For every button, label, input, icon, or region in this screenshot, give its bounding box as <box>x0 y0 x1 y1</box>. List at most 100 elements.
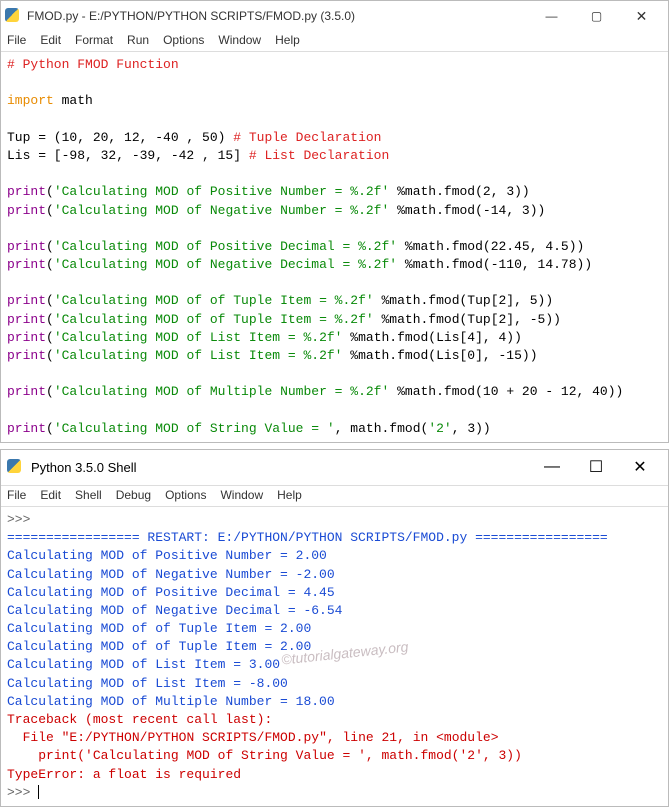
traceback-line: File <box>7 730 62 745</box>
code-text: %math.fmod(-14, 3)) <box>389 203 545 218</box>
menu-help[interactable]: Help <box>277 488 302 502</box>
shell-menubar: File Edit Shell Debug Options Window Hel… <box>1 486 668 507</box>
editor-titlebar[interactable]: FMOD.py - E:/PYTHON/PYTHON SCRIPTS/FMOD.… <box>1 1 668 31</box>
code-string: 'Calculating MOD of Multiple Number = %.… <box>54 384 389 399</box>
code-text: ( <box>46 239 54 254</box>
menu-help[interactable]: Help <box>275 33 300 47</box>
minimize-button[interactable]: — <box>530 452 574 482</box>
close-button[interactable]: ✕ <box>619 2 664 30</box>
close-button[interactable]: ✕ <box>618 452 662 482</box>
code-text: Tup = (10, 20, 12, -40 , 50) <box>7 130 233 145</box>
menu-run[interactable]: Run <box>127 33 149 47</box>
maximize-button[interactable]: ☐ <box>574 452 618 482</box>
code-string: 'Calculating MOD of Positive Decimal = %… <box>54 239 397 254</box>
shell-output[interactable]: >>> ================= RESTART: E:/PYTHON… <box>1 507 668 806</box>
code-builtin: print <box>7 348 46 363</box>
code-text: ( <box>46 312 54 327</box>
code-text: , math.fmod( <box>335 421 429 436</box>
shell-restart-line: ================= RESTART: E:/PYTHON/PYT… <box>7 530 608 545</box>
code-builtin: print <box>7 293 46 308</box>
code-text: %math.fmod(22.45, 4.5)) <box>397 239 584 254</box>
shell-titlebar[interactable]: Python 3.5.0 Shell — ☐ ✕ <box>1 450 668 486</box>
code-text: %math.fmod(Lis[4], 4)) <box>342 330 521 345</box>
traceback-header: Traceback (most recent call last): <box>7 712 272 727</box>
traceback-file: "E:/PYTHON/PYTHON SCRIPTS/FMOD.py" <box>62 730 327 745</box>
code-keyword: import <box>7 93 54 108</box>
idle-editor-window: FMOD.py - E:/PYTHON/PYTHON SCRIPTS/FMOD.… <box>0 0 669 443</box>
menu-shell[interactable]: Shell <box>75 488 102 502</box>
idle-shell-window: Python 3.5.0 Shell — ☐ ✕ File Edit Shell… <box>0 449 669 807</box>
cursor-icon <box>38 785 39 799</box>
menu-file[interactable]: File <box>7 488 26 502</box>
code-builtin: print <box>7 312 46 327</box>
code-text: %math.fmod(2, 3)) <box>389 184 529 199</box>
menu-options[interactable]: Options <box>163 33 204 47</box>
python-icon <box>5 8 21 24</box>
code-string: 'Calculating MOD of Positive Number = %.… <box>54 184 389 199</box>
shell-title: Python 3.5.0 Shell <box>31 460 530 475</box>
code-string: '2' <box>428 421 451 436</box>
code-comment: # Python FMOD Function <box>7 57 179 72</box>
code-builtin: print <box>7 257 46 272</box>
shell-line: Calculating MOD of of Tuple Item = 2.00 <box>7 639 311 654</box>
shell-line: Calculating MOD of Negative Decimal = -6… <box>7 603 342 618</box>
shell-line: Calculating MOD of of Tuple Item = 2.00 <box>7 621 311 636</box>
code-text: ( <box>46 384 54 399</box>
python-icon <box>7 459 23 475</box>
shell-prompt: >>> <box>7 785 38 800</box>
code-text: %math.fmod(Tup[2], 5)) <box>374 293 553 308</box>
menu-debug[interactable]: Debug <box>116 488 151 502</box>
code-text: %math.fmod(10 + 20 - 12, 40)) <box>389 384 623 399</box>
menu-edit[interactable]: Edit <box>40 488 61 502</box>
menu-options[interactable]: Options <box>165 488 206 502</box>
shell-line: Calculating MOD of List Item = -8.00 <box>7 676 288 691</box>
code-builtin: print <box>7 421 46 436</box>
menu-window[interactable]: Window <box>218 33 261 47</box>
menu-edit[interactable]: Edit <box>40 33 61 47</box>
code-text: ( <box>46 184 54 199</box>
code-text: %math.fmod(Tup[2], -5)) <box>374 312 561 327</box>
shell-line: Calculating MOD of Positive Number = 2.0… <box>7 548 327 563</box>
traceback-error-msg: : a float is required <box>77 767 241 782</box>
traceback-error-type: TypeError <box>7 767 77 782</box>
code-builtin: print <box>7 384 46 399</box>
code-comment: # List Declaration <box>249 148 389 163</box>
code-builtin: print <box>7 330 46 345</box>
code-string: 'Calculating MOD of Negative Number = %.… <box>54 203 389 218</box>
menu-format[interactable]: Format <box>75 33 113 47</box>
code-string: 'Calculating MOD of of Tuple Item = %.2f… <box>54 312 374 327</box>
code-text: ( <box>46 421 54 436</box>
menu-file[interactable]: File <box>7 33 26 47</box>
code-builtin: print <box>7 184 46 199</box>
editor-menubar: File Edit Format Run Options Window Help <box>1 31 668 52</box>
code-text: ( <box>46 203 54 218</box>
code-builtin: print <box>7 203 46 218</box>
editor-title: FMOD.py - E:/PYTHON/PYTHON SCRIPTS/FMOD.… <box>27 9 529 23</box>
code-builtin: print <box>7 239 46 254</box>
traceback-line: , line 21, in <box>327 730 436 745</box>
shell-line: Calculating MOD of Multiple Number = 18.… <box>7 694 335 709</box>
window-controls: — ▢ ✕ <box>529 2 664 30</box>
code-string: 'Calculating MOD of List Item = %.2f' <box>54 330 343 345</box>
code-text: math <box>54 93 93 108</box>
code-text: ( <box>46 293 54 308</box>
code-text: ( <box>46 330 54 345</box>
minimize-button[interactable]: — <box>529 2 574 30</box>
code-text: Lis = [-98, 32, -39, -42 , 15] <box>7 148 249 163</box>
code-text: , 3)) <box>452 421 491 436</box>
code-text: ( <box>46 348 54 363</box>
maximize-button[interactable]: ▢ <box>574 2 619 30</box>
code-string: 'Calculating MOD of List Item = %.2f' <box>54 348 343 363</box>
window-controls: — ☐ ✕ <box>530 452 662 482</box>
code-string: 'Calculating MOD of of Tuple Item = %.2f… <box>54 293 374 308</box>
shell-line: Calculating MOD of Negative Number = -2.… <box>7 567 335 582</box>
code-text: %math.fmod(Lis[0], -15)) <box>342 348 537 363</box>
code-text: ( <box>46 257 54 272</box>
shell-line: Calculating MOD of Positive Decimal = 4.… <box>7 585 335 600</box>
menu-window[interactable]: Window <box>220 488 263 502</box>
code-comment: # Tuple Declaration <box>233 130 381 145</box>
traceback-module: <module> <box>436 730 498 745</box>
editor-code[interactable]: # Python FMOD Function import math Tup =… <box>1 52 668 442</box>
code-string: 'Calculating MOD of String Value = ' <box>54 421 335 436</box>
code-string: 'Calculating MOD of Negative Decimal = %… <box>54 257 397 272</box>
